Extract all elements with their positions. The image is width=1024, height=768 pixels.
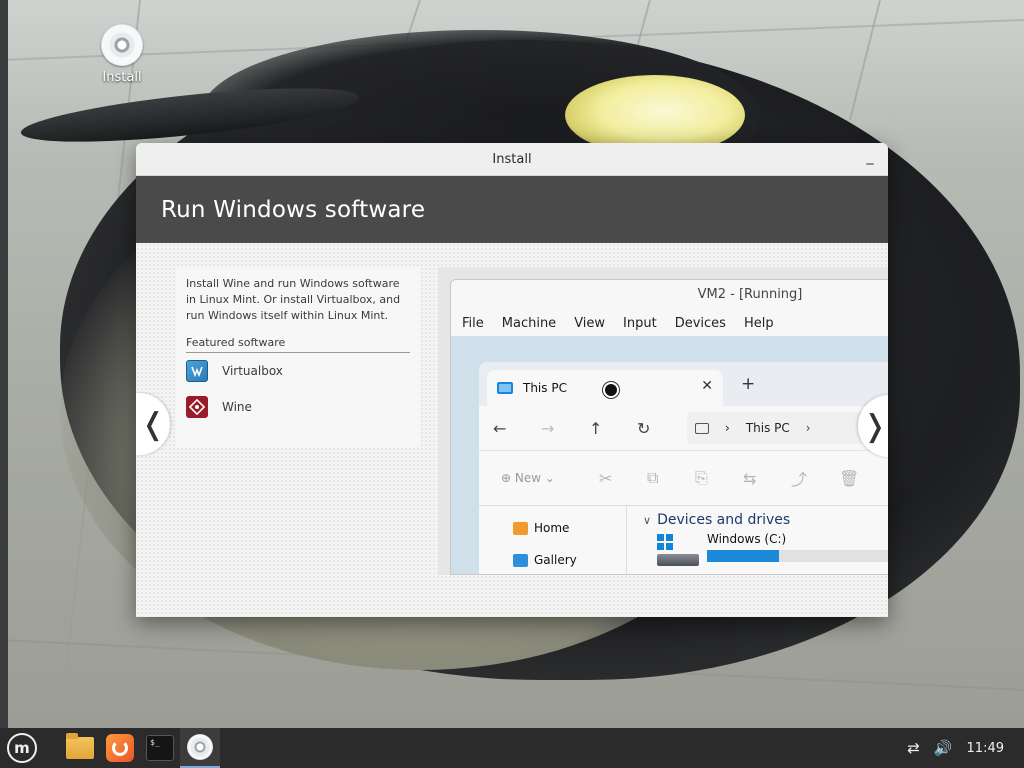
mint-logo-icon: m (7, 733, 37, 763)
address-sep-1: › (725, 421, 730, 435)
page-title: Run Windows software (161, 196, 426, 223)
devices-section: ∨ Devices and drives (643, 512, 888, 528)
install-taskbar-button[interactable] (180, 728, 220, 768)
menu-button[interactable]: m (2, 728, 42, 768)
file-explorer: This PC ✕ + ← → ↑ ↻ › This PC › ⊕ New ⌄ … (479, 362, 888, 574)
vm-window: VM2 - [Running] File Machine View Input … (450, 279, 888, 575)
address-text: This PC (745, 421, 790, 435)
slide-description: Install Wine and run Windows software in… (186, 277, 401, 322)
firefox-launcher[interactable] (100, 728, 140, 768)
firefox-icon (106, 734, 134, 762)
vm-menu-file: File (462, 315, 484, 331)
explorer-tabbar: This PC ✕ + (479, 362, 888, 406)
clock[interactable]: 11:49 (967, 741, 1004, 756)
system-tray: ⇄ 🔊 11:49 (907, 739, 1024, 757)
install-window: Install _ Run Windows software Install W… (136, 143, 888, 617)
vm-menubar: File Machine View Input Devices Help (451, 310, 888, 336)
explorer-tab-title: This PC (523, 381, 567, 395)
software-label-wine: Wine (222, 400, 252, 414)
close-icon: ✕ (701, 378, 713, 394)
mouse-cursor (603, 382, 619, 398)
drive-icon (657, 554, 699, 566)
sidebar-item-home: Home (513, 512, 626, 544)
terminal-icon: $_ (146, 735, 174, 761)
computer-icon (695, 422, 709, 434)
desktop-install-icon[interactable]: Install (92, 24, 152, 85)
chevron-down-icon: ∨ (643, 513, 652, 527)
software-item-wine[interactable]: Wine (186, 389, 410, 425)
wine-icon (186, 396, 208, 418)
sidebar-label-gallery: Gallery (534, 553, 577, 567)
explorer-toolbar: ⊕ New ⌄ ✂ ⧉ ⎘ ⇆ ⤴ 🗑 (479, 450, 888, 506)
window-title: Install (492, 151, 532, 167)
explorer-sidebar: Home Gallery (479, 506, 627, 574)
share-icon: ⤴ (791, 470, 808, 489)
up-arrow-icon: ↑ (589, 418, 603, 438)
vm-menu-view: View (574, 315, 606, 331)
vm-menu-input: Input (623, 315, 657, 331)
folder-icon (66, 733, 94, 759)
vm-screen: This PC ✕ + ← → ↑ ↻ › This PC › ⊕ New ⌄ … (451, 336, 888, 574)
address-sep-2: › (805, 421, 811, 435)
cut-icon: ✂ (599, 468, 613, 488)
vm-title: VM2 - [Running] (697, 287, 803, 302)
minimize-button[interactable]: _ (860, 149, 880, 169)
vm-menu-help: Help (743, 315, 774, 331)
sidebar-label-home: Home (534, 521, 570, 535)
refresh-icon: ↻ (637, 418, 651, 438)
plus-icon: + (741, 374, 756, 394)
new-button: ⊕ New ⌄ (501, 471, 555, 485)
paste-icon: ⎘ (695, 468, 708, 487)
explorer-main: ∨ Devices and drives Windows (C:) (643, 512, 888, 566)
left-edge (0, 0, 8, 728)
back-arrow-icon: ← (493, 418, 507, 438)
copy-icon: ⧉ (647, 468, 659, 487)
address-bar: › This PC › (687, 412, 867, 444)
volume-icon[interactable]: 🔊 (934, 739, 953, 757)
devices-section-title: Devices and drives (657, 512, 791, 528)
windows-logo-icon (657, 534, 673, 550)
vm-menu-devices: Devices (674, 315, 726, 331)
vm-menu-machine: Machine (501, 315, 557, 331)
drive-usage-fill (707, 550, 780, 562)
network-icon[interactable]: ⇄ (907, 739, 920, 757)
slide-screenshot: VM2 - [Running] File Machine View Input … (438, 267, 888, 575)
files-launcher[interactable] (60, 728, 100, 768)
this-pc-icon (497, 382, 513, 394)
software-item-virtualbox[interactable]: Virtualbox (186, 353, 410, 389)
gallery-icon (513, 553, 528, 567)
software-label-virtualbox: Virtualbox (222, 364, 283, 378)
disc-icon (187, 734, 213, 760)
taskbar: m $_ ⇄ 🔊 11:49 (0, 728, 1024, 768)
sidebar-item-gallery: Gallery (513, 544, 626, 574)
explorer-body: Home Gallery ∨ Devices and drives Window… (479, 506, 888, 574)
featured-heading: Featured software (186, 336, 410, 353)
page-header: Run Windows software (136, 176, 888, 243)
window-titlebar[interactable]: Install _ (136, 143, 888, 176)
desktop-icon-label: Install (102, 70, 142, 85)
terminal-launcher[interactable]: $_ (140, 728, 180, 768)
rename-icon: ⇆ (743, 468, 757, 488)
home-icon (513, 521, 528, 535)
delete-icon: 🗑 (839, 468, 860, 488)
previous-slide-button[interactable]: ❬ (136, 393, 170, 455)
forward-arrow-icon: → (541, 418, 555, 438)
drive-item: Windows (C:) (657, 532, 888, 574)
slide-content: Install Wine and run Windows software in… (136, 243, 888, 617)
drive-usage-bar (707, 550, 888, 562)
virtualbox-icon (186, 360, 208, 382)
drive-name: Windows (C:) (707, 532, 787, 546)
explorer-navbar: ← → ↑ ↻ › This PC › (479, 406, 888, 450)
info-card: Install Wine and run Windows software in… (176, 267, 420, 447)
disc-icon (101, 24, 143, 66)
